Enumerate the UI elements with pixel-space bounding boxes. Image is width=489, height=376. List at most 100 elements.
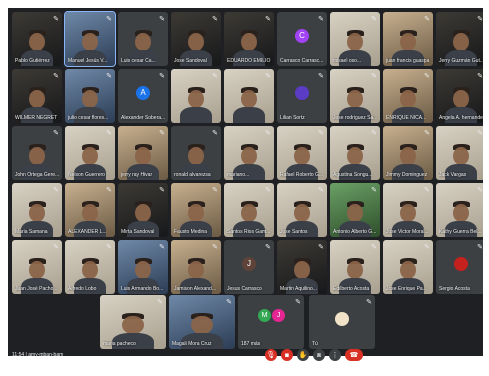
- mic-muted-icon: ✎: [53, 186, 59, 194]
- participant-video-face: [135, 260, 151, 279]
- participant-name: Pablo Gutiérrez: [15, 58, 50, 64]
- participant-tile[interactable]: ✎ jerry ray Hivar: [118, 126, 168, 180]
- participant-name: Jimmy Dominguez: [386, 172, 428, 178]
- participant-tile[interactable]: C ✎ Carrasco Carrasc...: [277, 12, 327, 66]
- participant-video-face: [241, 146, 257, 165]
- mic-muted-icon: ✎: [318, 129, 324, 137]
- participant-name: Fausto Medina: [174, 229, 208, 235]
- participant-video-face: [82, 203, 98, 222]
- mic-muted-icon: ✎: [106, 243, 112, 251]
- mic-muted-icon: ✎: [53, 129, 59, 137]
- mic-off-icon[interactable]: 🎙: [265, 349, 277, 361]
- participant-tile[interactable]: ✎ Juan José Pacho...: [12, 240, 62, 294]
- participant-name: Jose rodriguez Sa...: [333, 115, 378, 121]
- participant-tile[interactable]: ✎ Antonio Alberto G...: [330, 183, 380, 237]
- participant-tile[interactable]: ✎ WILMER NEGRET: [12, 69, 62, 123]
- participant-tile[interactable]: ✎: [171, 69, 221, 123]
- participant-name: Mirta Sandoval: [121, 229, 155, 235]
- participant-name: misael oso...: [333, 58, 362, 64]
- participant-tile[interactable]: ✎ Angela A. hernandez...: [436, 69, 483, 123]
- participant-video-face: [135, 203, 151, 222]
- mic-muted-icon: ✎: [318, 186, 324, 194]
- participant-tile[interactable]: ✎ Luis cesar Ca...: [118, 12, 168, 66]
- participant-name: WILMER NEGRET: [15, 115, 58, 121]
- participant-tile[interactable]: ✎ Luis Armando Bo...: [118, 240, 168, 294]
- participant-tile[interactable]: ✎ Magali Mora Cruz: [169, 295, 235, 349]
- mic-muted-icon: ✎: [106, 186, 112, 194]
- participant-video-face: [453, 203, 469, 222]
- participant-tile[interactable]: ✎ Pablo Gutiérrez: [12, 12, 62, 66]
- participant-tile[interactable]: ✎ Jamison Alexand...: [171, 240, 221, 294]
- participant-tile[interactable]: ✎ Edilberto Acosta: [330, 240, 380, 294]
- participant-video-face: [82, 32, 98, 51]
- avatar: M: [258, 309, 271, 322]
- raise-hand-icon[interactable]: ✋: [297, 349, 309, 361]
- participant-tile[interactable]: ✎ Santos Rios Gam...: [224, 183, 274, 237]
- mic-muted-icon: ✎: [159, 243, 165, 251]
- participant-tile[interactable]: ✎ Jose Santos: [277, 183, 327, 237]
- participant-tile[interactable]: ✎ juan francis guaspa: [383, 12, 433, 66]
- participant-name: Luis cesar Ca...: [121, 58, 156, 64]
- participant-tile[interactable]: ✎ Maria Samana: [12, 183, 62, 237]
- mic-muted-icon: ✎: [424, 129, 430, 137]
- participant-tile[interactable]: ✎ Jose Victor Moral...: [383, 183, 433, 237]
- participant-tile[interactable]: ✎ maria pacheco: [100, 295, 166, 349]
- participant-video-face: [453, 89, 469, 108]
- participant-tile[interactable]: ✎ ENRIQUE NICA...: [383, 69, 433, 123]
- participant-tile[interactable]: ✎ John Ortega Gere...: [12, 126, 62, 180]
- participant-tile[interactable]: ✎ misael oso...: [330, 12, 380, 66]
- mic-muted-icon: ✎: [106, 129, 112, 137]
- participant-name: Jesus Carrasco: [227, 286, 262, 292]
- participant-tile[interactable]: ✎ Jerry Guzmán Gut...: [436, 12, 483, 66]
- participant-grid: ✎ Pablo Gutiérrez ✎ Manuel Jesús V... ✎ Luis …: [8, 8, 483, 356]
- participant-name: Manuel Jesús V...: [68, 58, 108, 64]
- present-icon[interactable]: ⧈: [313, 349, 325, 361]
- mic-muted-icon: ✎: [371, 15, 377, 23]
- participant-tile[interactable]: ✎ Jack Vargas: [436, 126, 483, 180]
- participant-tile[interactable]: ✎ Martin Aquilino...: [277, 240, 327, 294]
- participant-tile[interactable]: ✎ Manuel Jesús V...: [64, 11, 116, 67]
- participant-video-face: [82, 146, 98, 165]
- avatar: J: [272, 309, 285, 322]
- hang-up-icon[interactable]: ☎: [345, 349, 363, 361]
- participant-tile[interactable]: ✎ Tú: [309, 295, 375, 349]
- participant-name: Lilian Sortz: [280, 115, 305, 121]
- participant-tile[interactable]: ✎ Jose Enrique Pa...: [383, 240, 433, 294]
- participant-tile[interactable]: ✎ Nelson Guerrero: [65, 126, 115, 180]
- participant-tile[interactable]: M J ✎ 187 más: [238, 295, 304, 349]
- participant-tile[interactable]: ✎ EDUARDO EMILIO: [224, 12, 274, 66]
- participant-name: ALEXANDER L...: [68, 229, 107, 235]
- participant-tile[interactable]: ✎ Mirta Sandoval: [118, 183, 168, 237]
- participant-tile[interactable]: ✎ Agustina Songu...: [330, 126, 380, 180]
- avatar: A: [136, 86, 150, 101]
- participant-tile[interactable]: ✎ ALEXANDER L...: [65, 183, 115, 237]
- participant-name: Nelson Guerrero: [68, 172, 105, 178]
- participant-tile[interactable]: ✎ Sergio Acosta: [436, 240, 483, 294]
- participant-name: Jose Victor Moral...: [386, 229, 429, 235]
- participant-name: Maria Samana: [15, 229, 48, 235]
- participant-tile[interactable]: J ✎ Jesus Carrasco: [224, 240, 274, 294]
- participant-tile[interactable]: ✎ mariano...: [224, 126, 274, 180]
- participant-tile[interactable]: A ✎ Alexander Sobera...: [118, 69, 168, 123]
- mic-muted-icon: ✎: [212, 243, 218, 251]
- participant-tile[interactable]: ✎ Alfredo Lobo: [65, 240, 115, 294]
- mic-muted-icon: ✎: [424, 186, 430, 194]
- participant-tile[interactable]: ✎ Jose rodriguez Sa...: [330, 69, 380, 123]
- participant-tile[interactable]: ✎ Jimmy Dominguez: [383, 126, 433, 180]
- participant-tile[interactable]: ✎ Jose Sandoval: [171, 12, 221, 66]
- participant-name: Antonio Alberto G...: [333, 229, 377, 235]
- mic-muted-icon: ✎: [265, 186, 271, 194]
- participant-tile[interactable]: ✎ Kathy Guerra Bel...: [436, 183, 483, 237]
- participant-name: maria pacheco: [103, 341, 136, 347]
- participant-tile[interactable]: ✎: [224, 69, 274, 123]
- mic-muted-icon: ✎: [424, 15, 430, 23]
- mic-muted-icon: ✎: [318, 72, 324, 80]
- participant-tile[interactable]: ✎ Lilian Sortz: [277, 69, 327, 123]
- participant-tile[interactable]: ✎ Fausto Medina: [171, 183, 221, 237]
- participant-tile[interactable]: ✎ Rafael Roberto G...: [277, 126, 327, 180]
- camera-off-icon[interactable]: ▪: [281, 349, 293, 361]
- more-options-icon[interactable]: ⋮: [329, 349, 341, 361]
- mic-muted-icon: ✎: [477, 129, 483, 137]
- participant-tile[interactable]: ✎ julio cesar flores...: [65, 69, 115, 123]
- participant-tile[interactable]: ✎ ronald alvarezsa: [171, 126, 221, 180]
